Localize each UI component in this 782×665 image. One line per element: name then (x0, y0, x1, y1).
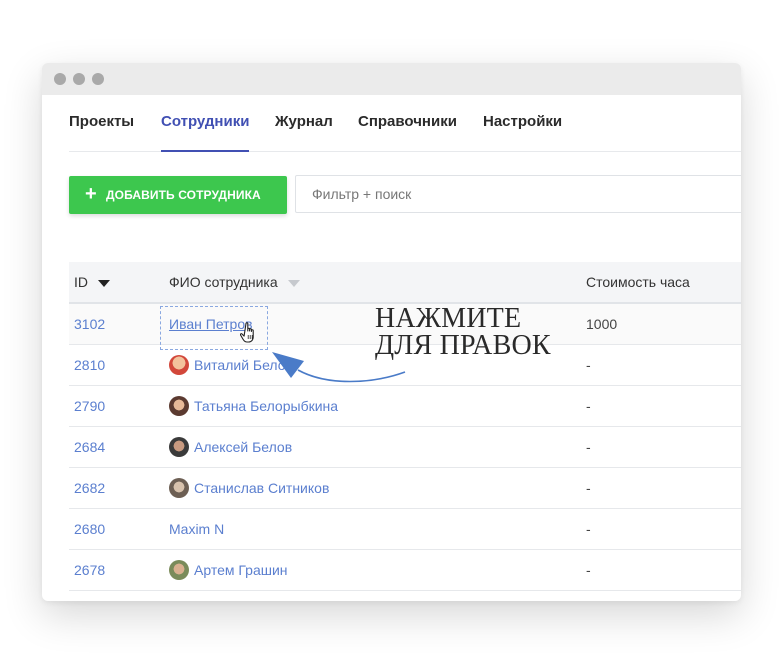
tab-settings[interactable]: Настройки (483, 95, 562, 151)
hour-cost: - (586, 480, 591, 496)
hour-cost: - (586, 562, 591, 578)
window-maximize-dot[interactable] (92, 73, 104, 85)
add-employee-label: ДОБАВИТЬ СОТРУДНИКА (106, 188, 261, 202)
avatar (169, 478, 189, 498)
employee-name-link[interactable]: Алексей Белов (194, 439, 292, 455)
tab-projects[interactable]: Проекты (69, 95, 134, 151)
sort-icon[interactable] (288, 280, 300, 287)
avatar (169, 396, 189, 416)
column-header-id[interactable]: ID (74, 274, 110, 290)
column-header-id-label: ID (74, 274, 88, 290)
avatar (169, 355, 189, 375)
tab-employees[interactable]: Сотрудники (161, 95, 250, 152)
hour-cost: - (586, 439, 591, 455)
employee-name-link[interactable]: Maxim N (169, 521, 224, 537)
employee-id-link[interactable]: 2682 (74, 480, 105, 496)
window-close-dot[interactable] (54, 73, 66, 85)
table-row: 2680 Maxim N - (69, 509, 741, 550)
table-row: 2682 Станислав Ситников - (69, 468, 741, 509)
hour-cost: - (586, 357, 591, 373)
employee-id-link[interactable]: 2684 (74, 439, 105, 455)
employee-id-link[interactable]: 2678 (74, 562, 105, 578)
hand-cursor-icon (240, 322, 254, 343)
employee-name-link[interactable]: Артем Грашин (194, 562, 288, 578)
column-header-name-label: ФИО сотрудника (169, 274, 278, 290)
table-row: 2684 Алексей Белов - (69, 427, 741, 468)
column-header-cost: Стоимость часа (586, 274, 690, 290)
edit-hint-line1: НАЖМИТЕ (375, 303, 522, 334)
plus-icon: + (85, 183, 97, 205)
employee-id-link[interactable]: 3102 (74, 316, 105, 332)
employee-id-link[interactable]: 2680 (74, 521, 105, 537)
tab-journal[interactable]: Журнал (275, 95, 333, 151)
table-row: 2790 Татьяна Белорыбкина - (69, 386, 741, 427)
table-row: 2678 Артем Грашин - (69, 550, 741, 591)
tab-directories[interactable]: Справочники (358, 95, 457, 151)
window-titlebar (42, 63, 741, 95)
search-input[interactable] (296, 176, 741, 212)
hour-cost: 1000 (586, 316, 618, 332)
employee-name-link[interactable]: Татьяна Белорыбкина (194, 398, 338, 414)
hour-cost: - (586, 521, 591, 537)
column-header-name[interactable]: ФИО сотрудника (169, 274, 300, 290)
avatar (169, 560, 189, 580)
hour-cost: - (586, 398, 591, 414)
sort-desc-icon[interactable] (98, 280, 110, 287)
employee-name-link[interactable]: Станислав Ситников (194, 480, 329, 496)
add-employee-button[interactable]: + ДОБАВИТЬ СОТРУДНИКА (69, 176, 287, 214)
table-header: ID ФИО сотрудника Стоимость часа (69, 262, 741, 304)
search-field[interactable] (295, 175, 741, 213)
edit-hint-text: НАЖМИТЕ ДЛЯ ПРАВОК (375, 303, 575, 361)
edit-hint-line2: ДЛЯ ПРАВОК (375, 330, 551, 361)
window-minimize-dot[interactable] (73, 73, 85, 85)
employee-id-link[interactable]: 2810 (74, 357, 105, 373)
employee-id-link[interactable]: 2790 (74, 398, 105, 414)
main-nav: Проекты Сотрудники Журнал Справочники На… (69, 95, 741, 152)
avatar (169, 437, 189, 457)
